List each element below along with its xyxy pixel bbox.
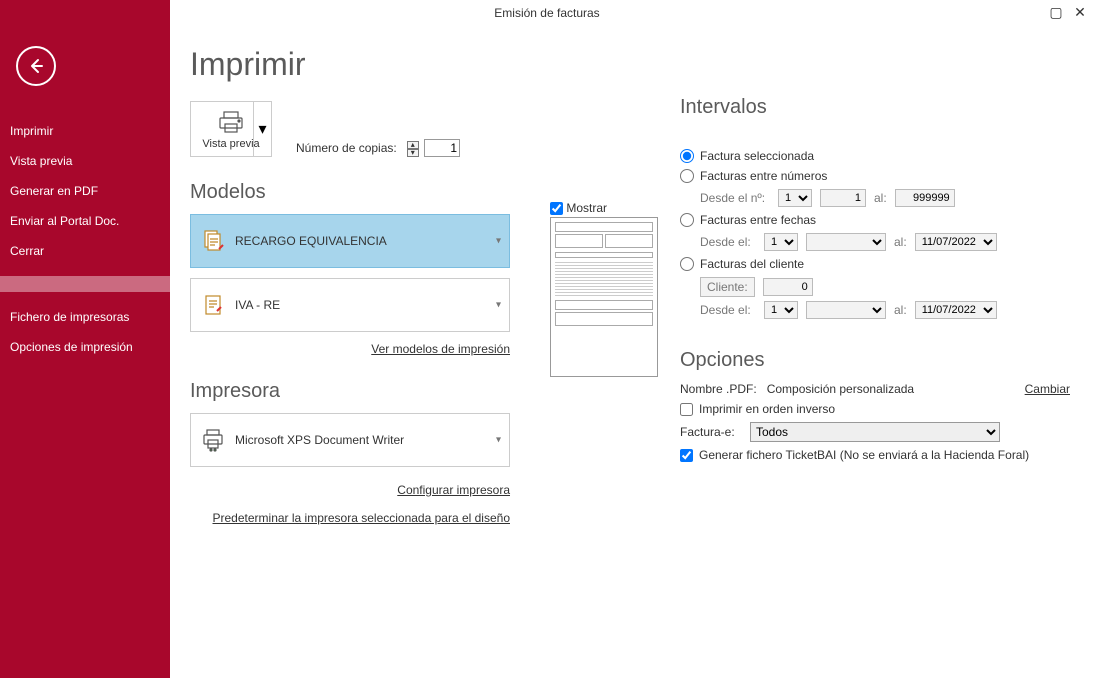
radio-facturas-cliente[interactable]: Facturas del cliente: [680, 257, 1070, 271]
cliente-hasta-date[interactable]: 11/07/2022: [915, 301, 997, 319]
opciones-heading: Opciones: [680, 349, 1070, 372]
facturae-select[interactable]: Todos: [750, 422, 1000, 442]
desde-fecha-date[interactable]: [806, 233, 886, 251]
intervalos-heading: Intervalos: [680, 96, 1070, 119]
page-heading: Imprimir: [190, 46, 1070, 83]
cliente-label: Cliente:: [700, 277, 755, 297]
impresora-heading: Impresora: [190, 380, 510, 403]
hasta-num-input[interactable]: [895, 189, 955, 207]
right-panel: Intervalos Factura seleccionada Facturas…: [680, 86, 1070, 468]
printer-icon: [201, 428, 225, 452]
sidebar-item-vista-previa[interactable]: Vista previa: [0, 146, 170, 176]
radio-facturas-numeros[interactable]: Facturas entre números: [680, 169, 1070, 183]
al-label: al:: [874, 191, 887, 205]
sidebar-item-cerrar[interactable]: Cerrar: [0, 236, 170, 266]
radio-facturas-fechas[interactable]: Facturas entre fechas: [680, 213, 1070, 227]
document-icon: [201, 293, 225, 317]
printer-select[interactable]: Microsoft XPS Document Writer ▾: [190, 413, 510, 467]
cliente-desde-serie[interactable]: 1: [764, 301, 798, 319]
facturae-label: Factura-e:: [680, 425, 744, 439]
sidebar-item-opciones-impresion[interactable]: Opciones de impresión: [0, 332, 170, 362]
al-label: al:: [894, 235, 907, 249]
desde-num-input[interactable]: [820, 189, 866, 207]
ticketbai-row[interactable]: Generar fichero TicketBAI (No se enviará…: [680, 448, 1070, 462]
model-option-1-label: RECARGO EQUIVALENCIA: [235, 234, 387, 248]
copies-input[interactable]: [424, 139, 460, 157]
modelos-heading: Modelos: [190, 181, 510, 204]
close-icon[interactable]: ✕: [1072, 4, 1088, 20]
mostrar-checkbox-row[interactable]: Mostrar: [550, 201, 607, 215]
desde-fecha-serie[interactable]: 1: [764, 233, 798, 251]
mostrar-label: Mostrar: [566, 201, 607, 215]
cliente-desde-label: Desde el:: [700, 303, 756, 317]
model-option-1[interactable]: RECARGO EQUIVALENCIA ▾: [190, 214, 510, 268]
printer-name: Microsoft XPS Document Writer: [235, 433, 404, 447]
print-preview-thumbnail: [550, 217, 658, 377]
cambiar-link[interactable]: Cambiar: [1025, 382, 1070, 396]
configurar-impresora-link[interactable]: Configurar impresora: [190, 483, 510, 497]
pdf-name-label: Nombre .PDF:: [680, 382, 757, 396]
chevron-down-icon: ▾: [496, 236, 501, 247]
maximize-icon[interactable]: ▢: [1048, 4, 1064, 20]
window-title: Emisión de facturas: [494, 6, 599, 20]
sidebar-item-enviar-portal[interactable]: Enviar al Portal Doc.: [0, 206, 170, 236]
sidebar-item-imprimir[interactable]: Imprimir: [0, 116, 170, 146]
back-button[interactable]: [16, 46, 56, 86]
vista-previa-button[interactable]: Vista previa ▾: [190, 101, 272, 157]
sidebar-separator: [0, 276, 170, 292]
ticketbai-checkbox[interactable]: [680, 449, 693, 462]
sidebar-item-generar-pdf[interactable]: Generar en PDF: [0, 176, 170, 206]
cliente-input[interactable]: [763, 278, 813, 296]
model-option-2[interactable]: IVA - RE ▾: [190, 278, 510, 332]
cliente-desde-date[interactable]: [806, 301, 886, 319]
copies-label: Número de copias:: [296, 141, 397, 155]
ver-modelos-link[interactable]: Ver modelos de impresión: [190, 342, 510, 356]
orden-inverso-row[interactable]: Imprimir en orden inverso: [680, 402, 1070, 416]
sidebar-item-fichero-impresoras[interactable]: Fichero de impresoras: [0, 302, 170, 332]
orden-inverso-checkbox[interactable]: [680, 403, 693, 416]
desde-fecha-label: Desde el:: [700, 235, 756, 249]
model-option-2-label: IVA - RE: [235, 298, 280, 312]
copies-down[interactable]: ▾: [407, 149, 419, 157]
chevron-down-icon: ▾: [496, 300, 501, 311]
sidebar: Imprimir Vista previa Generar en PDF Env…: [0, 0, 170, 678]
predeterminar-impresora-link[interactable]: Predeterminar la impresora seleccionada …: [190, 511, 510, 525]
al-label: al:: [894, 303, 907, 317]
mostrar-checkbox[interactable]: [550, 202, 563, 215]
radio-factura-seleccionada[interactable]: Factura seleccionada: [680, 149, 1070, 163]
desde-num-label: Desde el nº:: [700, 191, 770, 205]
chevron-down-icon: ▾: [496, 435, 501, 446]
hasta-fecha-date[interactable]: 11/07/2022: [915, 233, 997, 251]
document-icon: [201, 229, 225, 253]
desde-num-serie[interactable]: 1: [778, 189, 812, 207]
pdf-name-value: Composición personalizada: [767, 382, 914, 396]
vista-previa-dropdown[interactable]: ▾: [253, 102, 271, 156]
